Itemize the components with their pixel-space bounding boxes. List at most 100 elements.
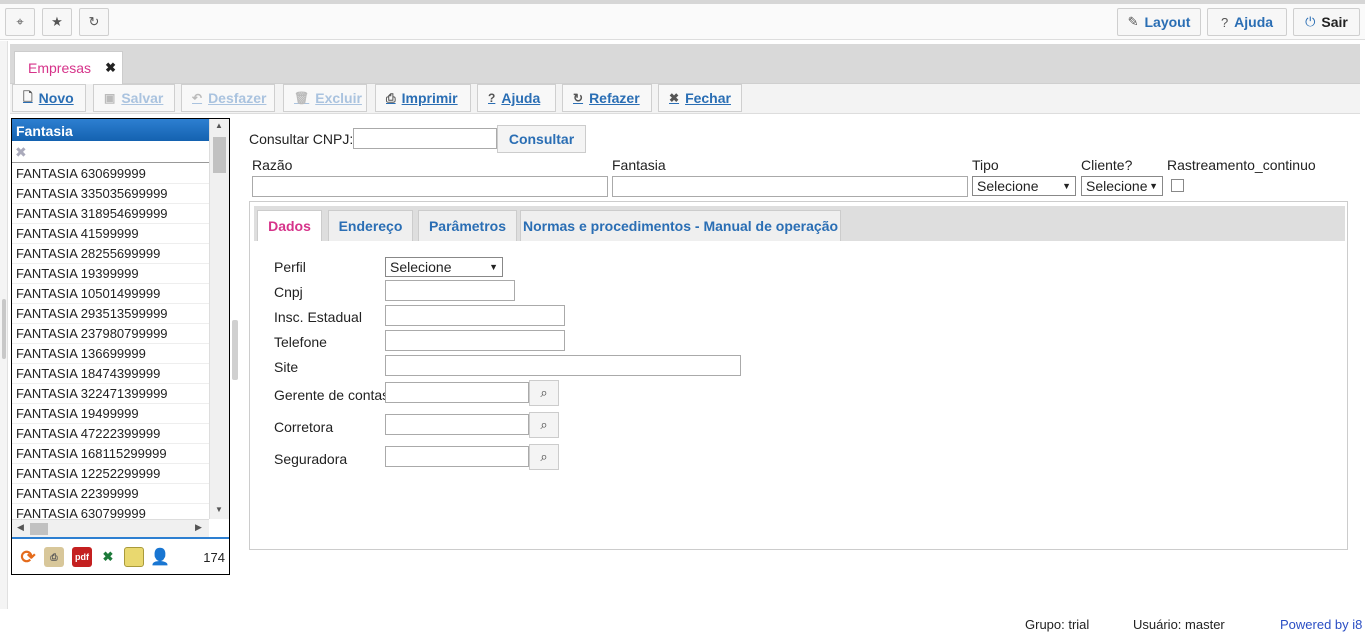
tab-dados[interactable]: Dados (257, 210, 322, 241)
seguradora-input[interactable] (385, 446, 529, 467)
refazer-label: Refazer (589, 90, 640, 106)
grid-row[interactable]: FANTASIA 322471399999 (12, 384, 209, 404)
corretora-search-button[interactable]: ⌕ (529, 412, 559, 438)
close-tab-icon[interactable]: ✖ (105, 60, 116, 76)
help-button[interactable]: ? Ajuda (1207, 8, 1287, 36)
grid-row[interactable]: FANTASIA 28255699999 (12, 244, 209, 264)
search-icon: ⌕ (540, 417, 548, 432)
desfazer-button[interactable]: ↶ Desfazer (181, 84, 275, 112)
rastreamento-checkbox[interactable] (1171, 179, 1184, 192)
site-label: Site (274, 359, 299, 375)
vertical-scrollbar[interactable]: ▲ ▼ (209, 119, 229, 519)
refazer-button[interactable]: ↻ Refazer (562, 84, 652, 112)
grid-footer: ⟳ ⎙ pdf ✖ 👤 174 (12, 537, 229, 574)
corretora-input[interactable] (385, 414, 529, 435)
scroll-thumb[interactable] (213, 137, 226, 173)
salvar-button[interactable]: ▣ Salvar (93, 84, 175, 112)
grid-row[interactable]: FANTASIA 41599999 (12, 224, 209, 244)
consultar-button[interactable]: Consultar (497, 125, 586, 153)
tab-normas[interactable]: Normas e procedimentos - Manual de opera… (520, 210, 841, 241)
razao-input[interactable] (252, 176, 608, 197)
tipo-value: Selecione (977, 178, 1039, 194)
perfil-value: Selecione (390, 259, 452, 275)
print-grid-icon[interactable]: ⎙ (44, 547, 64, 567)
fantasia-input[interactable] (612, 176, 968, 197)
tipo-select[interactable]: Selecione ▼ (972, 176, 1076, 196)
grid-row[interactable]: FANTASIA 293513599999 (12, 304, 209, 324)
record-count: 174 (203, 550, 225, 565)
consultar-cnpj-label: Consultar CNPJ: (249, 131, 354, 147)
grid-row[interactable]: FANTASIA 630699999 (12, 164, 209, 184)
insc-estadual-input[interactable] (385, 305, 565, 326)
grid-rows: FANTASIA 630699999 FANTASIA 335035699999 F… (12, 164, 209, 524)
grid-row[interactable]: FANTASIA 12252299999 (12, 464, 209, 484)
horizontal-scrollbar[interactable]: ◀ ▶ (12, 519, 209, 537)
left-collapse-strip[interactable] (0, 41, 8, 609)
ajuda-label: Ajuda (501, 90, 541, 106)
reload-button[interactable]: ↻ (79, 8, 109, 36)
usuario-info: Usuário: master (1133, 617, 1225, 632)
gerente-input[interactable] (385, 382, 529, 403)
scroll-left-icon[interactable]: ◀ (17, 522, 24, 533)
grid-row[interactable]: FANTASIA 19499999 (12, 404, 209, 424)
consultar-cnpj-input[interactable] (353, 128, 497, 149)
scroll-right-icon[interactable]: ▶ (195, 522, 202, 533)
scroll-down-icon[interactable]: ▼ (215, 505, 223, 514)
refresh-icon: ↻ (573, 91, 584, 105)
grid-row[interactable]: FANTASIA 168115299999 (12, 444, 209, 464)
cliente-select[interactable]: Selecione ▼ (1081, 176, 1163, 196)
ajuda-button[interactable]: ? Ajuda (477, 84, 556, 112)
splitter-grip[interactable] (232, 320, 238, 380)
tab-bar: Empresas ✖ (10, 44, 1360, 84)
seguradora-search-button[interactable]: ⌕ (529, 444, 559, 470)
grid-row[interactable]: FANTASIA 10501499999 (12, 284, 209, 304)
exit-button[interactable]: ⏻ Sair (1293, 8, 1360, 36)
grid-header-fantasia[interactable]: Fantasia (12, 119, 209, 141)
grid-row[interactable]: FANTASIA 18474399999 (12, 364, 209, 384)
refresh-grid-icon[interactable]: ⟳ (18, 547, 38, 567)
grid-row[interactable]: FANTASIA 237980799999 (12, 324, 209, 344)
novo-button[interactable]: 🗋 Novo (12, 84, 86, 112)
cliente-value: Selecione (1086, 178, 1148, 194)
clear-filter-icon[interactable]: ✖ (15, 144, 27, 161)
top-toolbar: ⌖ ★ ↻ ✎ Layout ? Ajuda ⏻ Sair (0, 4, 1365, 40)
user-icon[interactable]: 👤 (150, 547, 170, 567)
grid-row[interactable]: FANTASIA 335035699999 (12, 184, 209, 204)
notes-icon[interactable] (124, 547, 144, 567)
cnpj-input[interactable] (385, 280, 515, 301)
insc-estadual-label: Insc. Estadual (274, 309, 362, 325)
chevron-down-icon: ▼ (1149, 181, 1158, 191)
hscroll-thumb[interactable] (30, 523, 48, 535)
fechar-label: Fechar (685, 90, 731, 106)
grid-row[interactable]: FANTASIA 136699999 (12, 344, 209, 364)
site-input[interactable] (385, 355, 741, 376)
grid-row[interactable]: FANTASIA 318954699999 (12, 204, 209, 224)
scroll-up-icon[interactable]: ▲ (215, 121, 223, 130)
cnpj-label: Cnpj (274, 284, 303, 300)
chevron-down-icon: ▼ (1062, 181, 1071, 191)
grid-row[interactable]: FANTASIA 47222399999 (12, 424, 209, 444)
search-icon: ⌕ (540, 385, 548, 400)
pdf-export-icon[interactable]: pdf (72, 547, 92, 567)
perfil-select[interactable]: Selecione ▼ (385, 257, 503, 277)
tab-parametros[interactable]: Parâmetros (418, 210, 517, 241)
favorite-button[interactable]: ★ (42, 8, 72, 36)
grid-row[interactable]: FANTASIA 19399999 (12, 264, 209, 284)
fechar-button[interactable]: ✖ Fechar (658, 84, 742, 112)
grid-filter-row[interactable]: ✖ (12, 141, 209, 163)
pin-button[interactable]: ⌖ (5, 8, 35, 36)
imprimir-button[interactable]: ⎙ Imprimir (375, 84, 471, 112)
telefone-input[interactable] (385, 330, 565, 351)
excluir-button[interactable]: 🗑 Excluir (283, 84, 367, 112)
tipo-label: Tipo (972, 157, 999, 173)
grid-row[interactable]: FANTASIA 22399999 (12, 484, 209, 504)
action-toolbar: 🗋 Novo ▣ Salvar ↶ Desfazer 🗑 Excluir ⎙ Imprim… (10, 84, 1360, 114)
collapse-grip[interactable] (2, 299, 6, 359)
fantasia-label: Fantasia (612, 157, 666, 173)
tab-empresas[interactable]: Empresas ✖ (14, 51, 123, 84)
powered-by-link[interactable]: Powered by i8 (1280, 617, 1362, 632)
gerente-search-button[interactable]: ⌕ (529, 380, 559, 406)
layout-button[interactable]: ✎ Layout (1117, 8, 1201, 36)
tab-endereco[interactable]: Endereço (328, 210, 413, 241)
excel-export-icon[interactable]: ✖ (98, 547, 118, 567)
